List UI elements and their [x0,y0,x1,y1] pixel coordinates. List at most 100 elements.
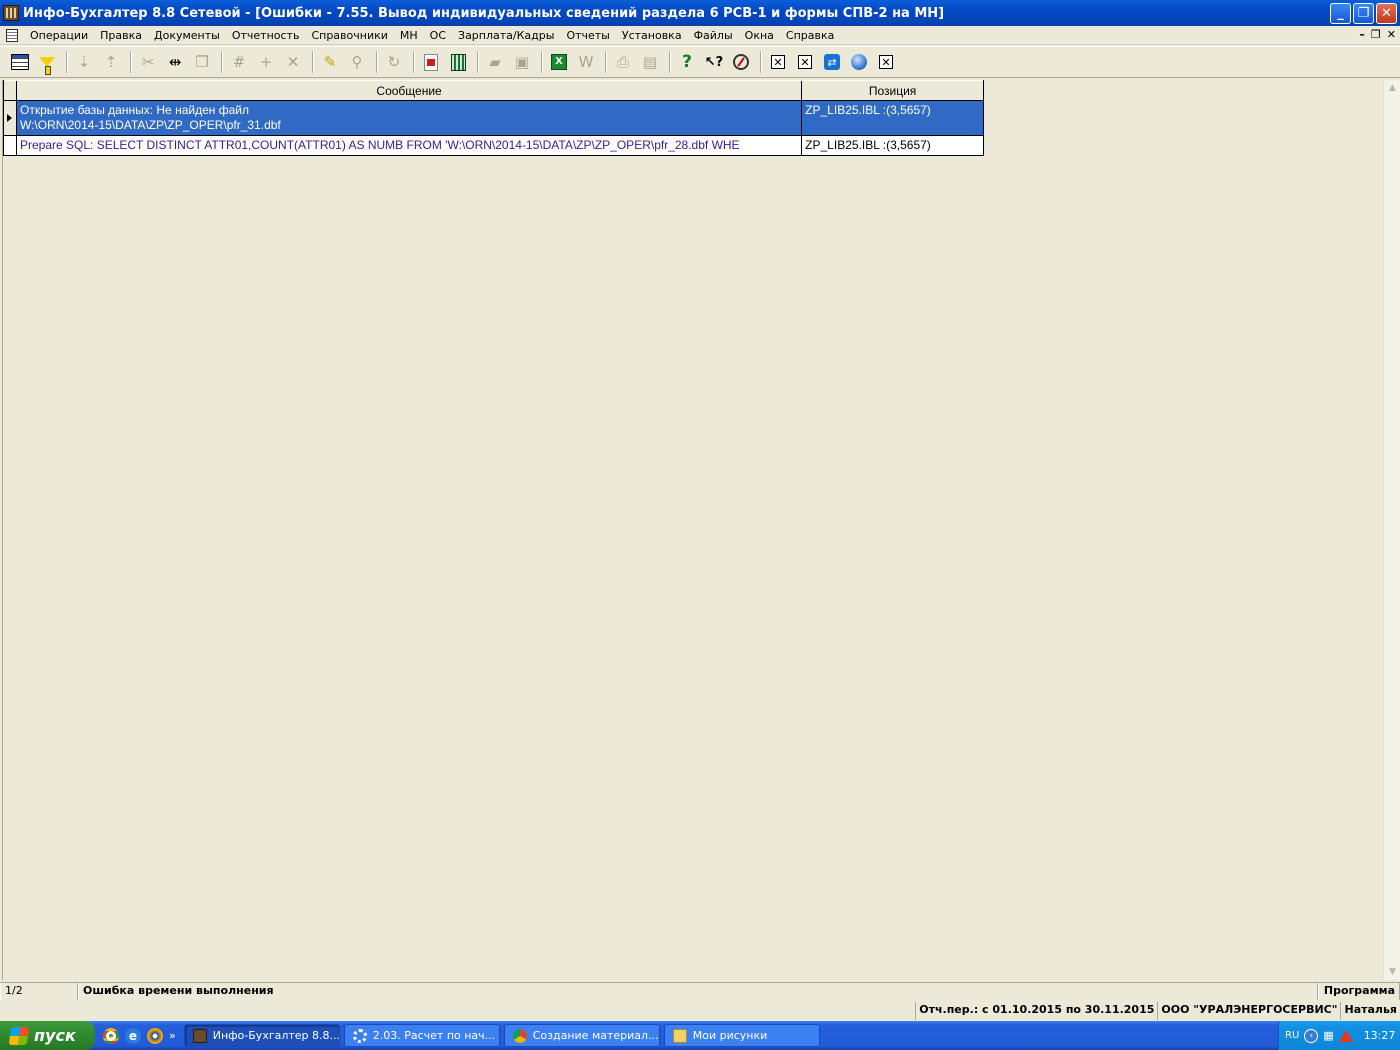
media-player-icon[interactable] [147,1027,163,1044]
highlight-icon[interactable]: ✎ [318,50,342,74]
column-header-position[interactable]: Позиция [802,81,983,100]
save-icon[interactable]: ▣ [510,50,534,74]
sort-desc-icon[interactable]: ⇡ [99,50,123,74]
sort-asc-icon[interactable]: ⇣ [72,50,96,74]
find-replace-icon[interactable]: ⚲ [345,50,369,74]
menu-payroll[interactable]: Зарплата/Кадры [452,29,560,42]
company-name: ООО "УРАЛЭНЕРГОСЕРВИС" [1157,1002,1340,1020]
vertical-scrollbar[interactable]: ▲ ▼ [1383,80,1400,980]
web-icon[interactable] [847,50,871,74]
teamviewer-icon[interactable]: ⇄ [820,50,844,74]
chrome-icon[interactable] [103,1027,119,1044]
scroll-down-icon[interactable]: ▼ [1387,968,1398,977]
language-indicator[interactable]: RU [1285,1030,1299,1041]
toolbar-separator [66,51,68,73]
menu-help[interactable]: Справка [780,29,840,42]
column-header-message[interactable]: Сообщение [17,81,803,100]
help-icon[interactable]: ? [675,50,699,74]
user-name: Наталья [1340,1002,1400,1020]
mdi-restore-button[interactable]: ❐ [1371,28,1381,41]
restore-button[interactable]: ❐ [1353,3,1374,24]
clock: 13:27 [1363,1029,1396,1042]
position-cell[interactable]: ZP_LIB25.IBL :(3,5657) [802,136,983,155]
row-indicator [4,136,17,155]
menu-reporting[interactable]: Отчетность [226,29,306,42]
window-controls: _ ❐ ✕ [1330,3,1397,24]
report-period: Отч.пер.: с 01.10.2015 по 30.11.2015 [915,1002,1157,1020]
grid-header: Сообщение Позиция [4,80,983,101]
menu-references[interactable]: Справочники [305,29,393,42]
network-icon[interactable]: ▦ [1323,1029,1333,1042]
print-preview-icon[interactable]: ▤ [638,50,662,74]
pdf-icon[interactable] [419,50,443,74]
number-format-icon[interactable]: # [227,50,251,74]
taskbar-item-label: 2.03. Расчет по нач... [372,1029,496,1042]
calculator-icon[interactable] [446,50,470,74]
close-box-icon[interactable]: ✕ [766,50,790,74]
close-button[interactable]: ✕ [1376,3,1397,24]
taskbar-item-label: Создание материал... [532,1029,659,1042]
toolbar-separator [130,51,132,73]
position-cell[interactable]: ZP_LIB25.IBL :(3,5657) [802,101,983,135]
message-cell[interactable]: Prepare SQL: SELECT DISTINCT ATTR01,COUN… [17,136,803,155]
folder-icon [672,1028,687,1043]
menu-operations[interactable]: Операции [24,29,94,42]
row-pointer-icon [7,114,12,122]
excel-icon[interactable]: X [547,50,571,74]
paste-icon[interactable]: ❐ [190,50,214,74]
add-icon[interactable]: + [254,50,278,74]
title-bar[interactable]: Инфо-Бухгалтер 8.8 Сетевой - [Ошибки - 7… [0,0,1400,26]
context-help-icon[interactable]: ↖? [702,50,726,74]
grid-view-icon[interactable] [8,50,32,74]
menu-settings[interactable]: Установка [616,29,688,42]
menu-mn[interactable]: МН [394,29,424,42]
refresh-icon[interactable]: ↻ [382,50,406,74]
menu-os[interactable]: ОС [424,29,452,42]
toolbar: ⇣ ⇡ ✂ ⇹ ❐ # + ✕ ✎ ⚲ ↻ ▰ ▣ X W ⎙ ▤ ? ↖? ✕… [0,46,1400,78]
quick-launch-more-icon[interactable]: » [169,1029,176,1042]
error-type: Ошибка времени выполнения [78,983,1318,1000]
taskbar-item-calc[interactable]: 2.03. Расчет по нач... [343,1024,500,1047]
mdi-minimize-button[interactable]: – [1359,28,1365,41]
toolbar-separator [669,51,671,73]
cut-icon[interactable]: ✂ [136,50,160,74]
filter-icon[interactable] [35,50,59,75]
minimize-button[interactable]: _ [1330,3,1351,24]
toolbar-separator [221,51,223,73]
word-icon[interactable]: W [574,50,598,74]
menu-reports[interactable]: Отчеты [560,29,615,42]
table-row[interactable]: Открытие базы данных: Не найден файл W:\… [4,101,983,136]
mdi-close-button[interactable]: ✕ [1387,28,1396,41]
column-width-icon[interactable]: ⇹ [163,50,187,74]
document-icon[interactable] [6,28,18,42]
compass-icon[interactable] [729,50,753,74]
delete-icon[interactable]: ✕ [281,50,305,74]
warning-icon[interactable] [1338,1029,1353,1042]
menu-edit[interactable]: Правка [94,29,148,42]
taskbar-item-label: Инфо-Бухгалтер 8.8... [212,1029,340,1042]
app-icon[interactable] [3,5,19,21]
status-bar: 1/2 Ошибка времени выполнения Программа [0,982,1400,1000]
tray-expand-icon[interactable]: ‹ [1304,1028,1319,1043]
start-button[interactable]: пуск [0,1021,95,1050]
menu-windows[interactable]: Окна [739,29,780,42]
chrome-icon [512,1028,527,1043]
print-icon[interactable]: ⎙ [611,50,635,74]
close-box-icon[interactable]: ✕ [793,50,817,74]
taskbar-item-chrome[interactable]: Создание материал... [503,1024,660,1047]
internet-explorer-icon[interactable]: e [125,1027,141,1044]
table-row[interactable]: Prepare SQL: SELECT DISTINCT ATTR01,COUN… [4,136,983,155]
row-indicator [4,101,17,135]
menu-files[interactable]: Файлы [688,29,739,42]
toolbar-separator [477,51,479,73]
open-folder-icon[interactable]: ▰ [483,50,507,74]
close-box-icon[interactable]: ✕ [874,50,898,74]
toolbar-separator [541,51,543,73]
taskbar-item-infobuh[interactable]: Инфо-Бухгалтер 8.8... [183,1024,340,1047]
errors-grid[interactable]: Сообщение Позиция Открытие базы данных: … [3,80,984,156]
menu-documents[interactable]: Документы [148,29,226,42]
message-cell[interactable]: Открытие базы данных: Не найден файл W:\… [16,101,803,135]
scroll-up-icon[interactable]: ▲ [1387,84,1398,93]
toolbar-separator [605,51,607,73]
taskbar-item-pictures[interactable]: Мои рисунки [663,1024,820,1047]
